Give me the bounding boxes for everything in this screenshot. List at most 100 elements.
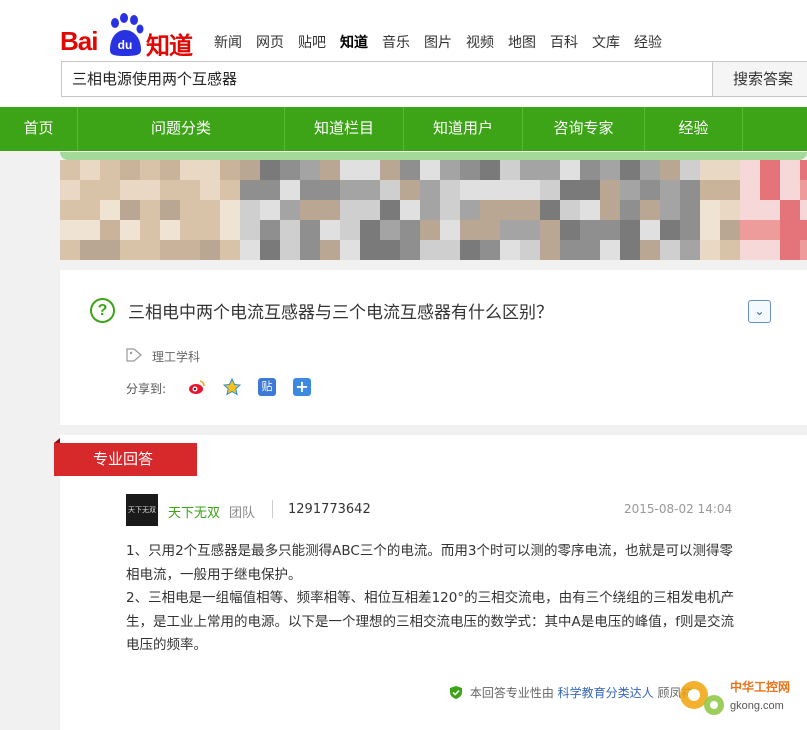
banner-pixel xyxy=(520,160,540,180)
banner-pixel xyxy=(100,240,120,260)
top-nav-jingyan[interactable]: 经验 xyxy=(634,32,662,52)
top-nav-zhidao[interactable]: 知道 xyxy=(340,32,368,52)
banner-pixel xyxy=(200,240,220,260)
banner-pixel xyxy=(460,160,480,180)
banner-pixel xyxy=(100,180,120,200)
search-input[interactable]: 三相电源使用两个互感器 xyxy=(61,61,713,97)
divider xyxy=(272,500,273,518)
banner-pixel xyxy=(800,220,807,240)
shield-check-icon xyxy=(450,686,462,699)
banner-pixel xyxy=(600,240,620,260)
banner-pixel xyxy=(420,200,440,220)
gear-icon xyxy=(680,681,724,715)
weibo-icon[interactable] xyxy=(188,378,206,396)
search-button[interactable]: 搜索答案 xyxy=(712,61,807,97)
answer-username[interactable]: 天下无双 xyxy=(168,502,220,521)
banner-pixel xyxy=(260,220,280,240)
banner-pixel xyxy=(680,220,700,240)
green-nav-users[interactable]: 知道用户 xyxy=(404,107,523,151)
green-nav-home[interactable]: 首页 xyxy=(0,107,78,151)
banner-pixel xyxy=(80,200,100,220)
banner-pixel xyxy=(480,220,500,240)
banner-pixel xyxy=(280,160,300,180)
banner-pixel xyxy=(80,220,100,240)
green-nav-jingyan[interactable]: 经验 xyxy=(645,107,743,151)
banner-pixel xyxy=(60,180,80,200)
banner-pixel xyxy=(260,160,280,180)
green-nav-categories[interactable]: 问题分类 xyxy=(78,107,285,151)
banner-pixel xyxy=(300,180,320,200)
tieba-icon[interactable]: 贴 xyxy=(258,378,276,396)
banner-pixel xyxy=(580,200,600,220)
banner-pixel xyxy=(520,200,540,220)
top-nav-baike[interactable]: 百科 xyxy=(550,32,578,52)
banner-pixel xyxy=(180,160,200,180)
banner-pixel xyxy=(320,240,340,260)
top-nav-shipin[interactable]: 视频 xyxy=(466,32,494,52)
banner-pixel xyxy=(460,180,480,200)
answer-footer: 本回答专业性由 科学教育分类达人 顾凤祥 xyxy=(450,684,694,701)
answer-paragraph-2: 2、三相电是一组幅值相等、频率相等、相位互相差120°的三相交流电，由有三个绕组… xyxy=(126,590,735,653)
question-tag[interactable]: 理工学科 xyxy=(152,348,200,365)
banner-pixel xyxy=(640,220,660,240)
banner-pixel xyxy=(760,180,780,200)
avatar[interactable]: 天下无双 xyxy=(126,494,158,526)
banner-pixel xyxy=(280,220,300,240)
baidu-zhidao-logo[interactable]: Bai du 知道 xyxy=(60,12,195,60)
answer-footer-link[interactable]: 科学教育分类达人 xyxy=(558,686,654,700)
top-nav-wenku[interactable]: 文库 xyxy=(592,32,620,52)
banner-pixel xyxy=(700,220,720,240)
banner-pixel xyxy=(680,180,700,200)
banner-pixel xyxy=(500,180,520,200)
question-mark-icon: ? xyxy=(90,298,115,323)
banner-pixel xyxy=(520,180,540,200)
banner-pixel xyxy=(640,240,660,260)
banner-pixel xyxy=(400,160,420,180)
answer-paragraph-1: 1、只用2个互感器是最多只能测得ABC三个的电流。而用3个时可以测的零序电流，也… xyxy=(126,543,733,583)
banner-pixel xyxy=(140,220,160,240)
green-nav-experts[interactable]: 咨询专家 xyxy=(523,107,645,151)
chevron-down-icon[interactable]: ⌄ xyxy=(748,300,771,323)
banner-pixel xyxy=(240,240,260,260)
banner-pixel xyxy=(340,180,360,200)
qzone-icon[interactable] xyxy=(222,377,242,396)
top-nav-ditu[interactable]: 地图 xyxy=(508,32,536,52)
banner-pixel xyxy=(640,200,660,220)
top-nav-tupian[interactable]: 图片 xyxy=(424,32,452,52)
banner-pixel xyxy=(640,160,660,180)
top-nav-yinyue[interactable]: 音乐 xyxy=(382,32,410,52)
banner-pixel xyxy=(780,180,800,200)
banner-pixel xyxy=(460,200,480,220)
banner-pixel xyxy=(500,200,520,220)
banner-pixel xyxy=(740,160,760,180)
banner-pixel xyxy=(360,220,380,240)
banner-pixel xyxy=(320,220,340,240)
banner-pixel xyxy=(300,200,320,220)
watermark-domain: gkong.com xyxy=(730,700,784,712)
banner-pixel xyxy=(620,200,640,220)
banner-pixel xyxy=(60,220,80,240)
ad-banner[interactable] xyxy=(60,152,807,260)
share-label: 分享到: xyxy=(126,382,167,396)
more-share-icon[interactable]: + xyxy=(293,378,311,396)
banner-pixel xyxy=(480,240,500,260)
answer-body: 1、只用2个互感器是最多只能测得ABC三个的电流。而用3个时可以测的零序电流，也… xyxy=(126,540,741,658)
banner-pixel xyxy=(240,180,260,200)
banner-pixel xyxy=(80,160,100,180)
banner-pixel xyxy=(720,200,740,220)
top-nav-tieba[interactable]: 贴吧 xyxy=(298,32,326,52)
watermark-name: 中华工控网 xyxy=(730,679,790,694)
banner-pixel xyxy=(140,200,160,220)
banner-pixel xyxy=(500,160,520,180)
banner-pixel xyxy=(580,240,600,260)
top-nav-xinwen[interactable]: 新闻 xyxy=(214,32,242,52)
top-nav-wangye[interactable]: 网页 xyxy=(256,32,284,52)
banner-pixel xyxy=(540,240,560,260)
banner-pixel xyxy=(640,180,660,200)
question-card: ? 三相电中两个电流互感器与三个电流互感器有什么区别？ ⌄ 理工学科 分享到: … xyxy=(60,270,807,425)
banner-pixel xyxy=(360,200,380,220)
banner-pixel xyxy=(400,220,420,240)
banner-pixel xyxy=(660,240,680,260)
banner-pixel xyxy=(120,180,140,200)
green-nav-columns[interactable]: 知道栏目 xyxy=(285,107,404,151)
